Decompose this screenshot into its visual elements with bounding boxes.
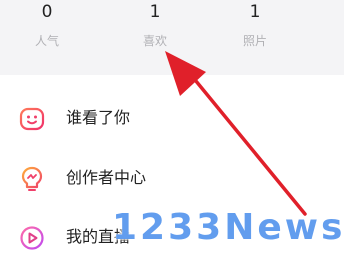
menu-item-who-viewed-you[interactable]: 谁看了你 xyxy=(0,91,344,147)
menu-item-my-live-label: 我的直播 xyxy=(66,227,131,246)
menu-item-creator-center-label: 创作者中心 xyxy=(66,168,147,187)
menu-item-creator-center[interactable]: 创作者中心 xyxy=(0,151,344,207)
menu-item-who-viewed-you-label: 谁看了你 xyxy=(66,108,131,127)
profile-stats-panel: 0 人气 1 喜欢 1 照片 xyxy=(0,0,344,75)
stat-photos-label: 照片 xyxy=(242,34,267,48)
creator-lightbulb-icon xyxy=(18,165,46,193)
smiley-face-icon xyxy=(18,105,46,133)
stat-likes[interactable]: 1 喜欢 xyxy=(115,0,195,49)
menu-item-my-live[interactable]: 我的直播 xyxy=(0,210,344,266)
play-circle-icon xyxy=(18,224,46,252)
stat-popularity-value: 0 xyxy=(41,2,53,22)
stat-photos[interactable]: 1 照片 xyxy=(215,0,295,49)
stat-popularity[interactable]: 0 人气 xyxy=(7,0,87,49)
stat-likes-label: 喜欢 xyxy=(142,34,167,48)
stat-photos-value: 1 xyxy=(249,2,261,22)
stat-popularity-label: 人气 xyxy=(34,34,59,48)
stat-likes-value: 1 xyxy=(149,2,161,22)
